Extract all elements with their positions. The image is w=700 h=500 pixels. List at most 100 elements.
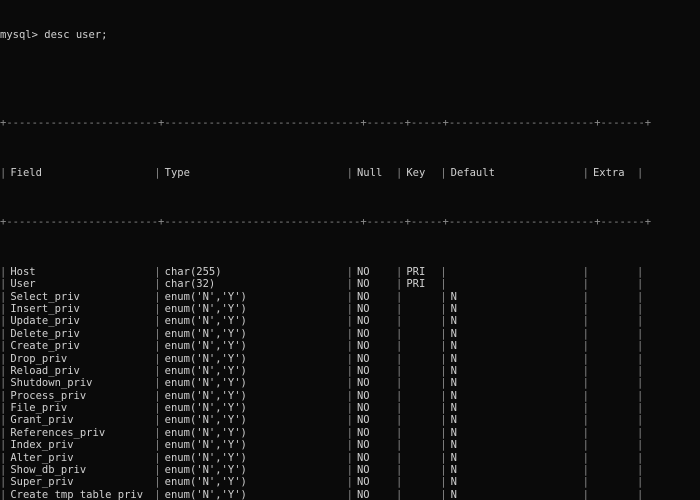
cell-key <box>402 315 440 327</box>
col-field: Field <box>6 167 154 179</box>
cell-null: NO <box>353 452 396 464</box>
cell-key <box>402 414 440 426</box>
cell-null: NO <box>353 266 396 278</box>
cell-default: N <box>447 377 583 389</box>
cell-default <box>447 266 583 278</box>
cell-default: N <box>447 390 583 402</box>
cell-default: N <box>447 414 583 426</box>
cell-default: N <box>447 303 583 315</box>
cell-type: enum('N','Y') <box>161 353 347 365</box>
table-row: |Grant_priv|enum('N','Y')|NO||N|| <box>0 414 700 426</box>
cell-extra <box>589 414 637 426</box>
cell-key <box>402 476 440 488</box>
cell-extra <box>589 353 637 365</box>
cell-key <box>402 291 440 303</box>
cell-type: enum('N','Y') <box>161 377 347 389</box>
cell-key: PRI <box>402 278 440 290</box>
table-row: |Create_priv|enum('N','Y')|NO||N|| <box>0 340 700 352</box>
table-row: |Alter_priv|enum('N','Y')|NO||N|| <box>0 452 700 464</box>
cell-null: NO <box>353 291 396 303</box>
table-row: |Process_priv|enum('N','Y')|NO||N|| <box>0 390 700 402</box>
table-row: |Drop_priv|enum('N','Y')|NO||N|| <box>0 353 700 365</box>
table-row: |Delete_priv|enum('N','Y')|NO||N|| <box>0 328 700 340</box>
cell-key <box>402 464 440 476</box>
cell-extra <box>589 340 637 352</box>
cell-null: NO <box>353 439 396 451</box>
cell-type: enum('N','Y') <box>161 439 347 451</box>
cell-field: Host <box>6 266 154 278</box>
cell-extra <box>589 377 637 389</box>
table-row: |Select_priv|enum('N','Y')|NO||N|| <box>0 291 700 303</box>
cell-field: Super_priv <box>6 476 154 488</box>
cell-default: N <box>447 427 583 439</box>
cell-null: NO <box>353 377 396 389</box>
cell-null: NO <box>353 353 396 365</box>
cell-field: Index_priv <box>6 439 154 451</box>
cell-key <box>402 402 440 414</box>
cell-key <box>402 303 440 315</box>
cell-extra <box>589 427 637 439</box>
col-null: Null <box>353 167 396 179</box>
cell-extra <box>589 303 637 315</box>
cell-key <box>402 353 440 365</box>
cell-null: NO <box>353 365 396 377</box>
cell-key <box>402 328 440 340</box>
cell-default: N <box>447 353 583 365</box>
table-row: |References_priv|enum('N','Y')|NO||N|| <box>0 427 700 439</box>
cell-key <box>402 340 440 352</box>
cell-key <box>402 365 440 377</box>
col-extra: Extra <box>589 167 637 179</box>
cell-type: enum('N','Y') <box>161 390 347 402</box>
cell-field: Process_priv <box>6 390 154 402</box>
cell-key: PRI <box>402 266 440 278</box>
cell-null: NO <box>353 464 396 476</box>
cell-null: NO <box>353 303 396 315</box>
cell-extra <box>589 439 637 451</box>
cell-default: N <box>447 402 583 414</box>
cell-field: Alter_priv <box>6 452 154 464</box>
table-row: |Host|char(255)|NO|PRI||| <box>0 266 700 278</box>
cell-field: Reload_priv <box>6 365 154 377</box>
cell-field: User <box>6 278 154 290</box>
cell-type: enum('N','Y') <box>161 489 347 500</box>
cell-type: enum('N','Y') <box>161 414 347 426</box>
table-row: |Shutdown_priv|enum('N','Y')|NO||N|| <box>0 377 700 389</box>
cell-default: N <box>447 340 583 352</box>
table-row: |Create_tmp_table_priv|enum('N','Y')|NO|… <box>0 489 700 500</box>
cell-extra <box>589 489 637 500</box>
table-row: |Index_priv|enum('N','Y')|NO||N|| <box>0 439 700 451</box>
table-header: | Field| Type| Null| Key| Default| Extra… <box>0 167 700 179</box>
col-key: Key <box>402 167 440 179</box>
cell-field: Drop_priv <box>6 353 154 365</box>
cell-null: NO <box>353 340 396 352</box>
cell-default: N <box>447 439 583 451</box>
cell-extra <box>589 452 637 464</box>
table-row: |File_priv|enum('N','Y')|NO||N|| <box>0 402 700 414</box>
table-row: |User|char(32)|NO|PRI||| <box>0 278 700 290</box>
cell-extra <box>589 464 637 476</box>
cell-type: enum('N','Y') <box>161 328 347 340</box>
cell-field: Select_priv <box>6 291 154 303</box>
cell-extra <box>589 315 637 327</box>
cell-key <box>402 390 440 402</box>
cell-extra <box>589 365 637 377</box>
cell-extra <box>589 266 637 278</box>
mysql-prompt[interactable]: mysql> desc user; <box>0 29 700 41</box>
cell-default <box>447 278 583 290</box>
cell-key <box>402 439 440 451</box>
cell-default: N <box>447 464 583 476</box>
table-row: |Insert_priv|enum('N','Y')|NO||N|| <box>0 303 700 315</box>
cell-null: NO <box>353 489 396 500</box>
cell-type: enum('N','Y') <box>161 340 347 352</box>
cell-type: enum('N','Y') <box>161 291 347 303</box>
cell-extra <box>589 390 637 402</box>
table-row: |Reload_priv|enum('N','Y')|NO||N|| <box>0 365 700 377</box>
cell-default: N <box>447 315 583 327</box>
cell-field: Shutdown_priv <box>6 377 154 389</box>
cell-field: Create_priv <box>6 340 154 352</box>
cell-default: N <box>447 291 583 303</box>
cell-field: Show_db_priv <box>6 464 154 476</box>
cell-type: enum('N','Y') <box>161 427 347 439</box>
describe-output-table: +------------------------+--------------… <box>0 80 700 500</box>
cell-type: enum('N','Y') <box>161 402 347 414</box>
